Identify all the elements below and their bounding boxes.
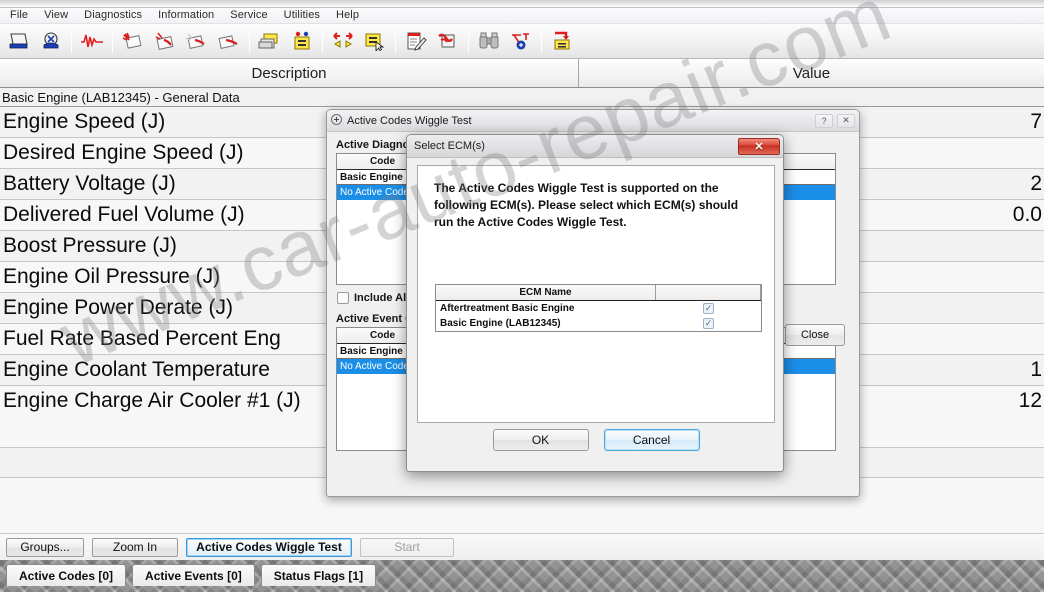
events-icon[interactable] [181, 26, 213, 56]
flash-icon[interactable] [546, 26, 578, 56]
menu-item-service[interactable]: Service [222, 8, 275, 23]
select-ecm-message: The Active Codes Wiggle Test is supporte… [434, 181, 739, 229]
configuration-icon[interactable] [254, 26, 286, 56]
waveform-icon[interactable] [76, 26, 108, 56]
close-icon[interactable]: ✕ [837, 113, 855, 128]
help-icon[interactable]: ? [815, 113, 833, 128]
toolbar-separator [71, 29, 72, 53]
cancel-button[interactable]: Cancel [603, 429, 700, 451]
menu-item-diagnostics[interactable]: Diagnostics [76, 8, 150, 23]
wiggle-dialog-titlebar-buttons: ? ✕ [815, 113, 855, 128]
select-ecm-dialog: Select ECM(s) ✕ The Active Codes Wiggle … [406, 134, 784, 472]
toolbar-separator [112, 29, 113, 53]
ecm-summary-icon[interactable] [286, 26, 318, 56]
ecm-select-icon[interactable] [359, 26, 391, 56]
zoom-in-button[interactable]: Zoom In [92, 537, 178, 557]
wiggle-dialog-titlebar[interactable]: Active Codes Wiggle Test ? ✕ [327, 110, 859, 132]
column-header-ecm-name[interactable]: ECM Name [436, 285, 656, 300]
wiggle-dialog-app-icon [331, 112, 342, 130]
ecm-table-header: ECM Name [436, 285, 761, 301]
ok-button[interactable]: OK [492, 429, 589, 451]
ecm-name: Basic Engine (LAB12345) [440, 318, 561, 329]
toolbar-separator [395, 29, 396, 53]
select-ecm-titlebar[interactable]: Select ECM(s) ✕ [407, 135, 783, 158]
include-all-codes-checkbox[interactable] [337, 292, 349, 304]
menu-item-information[interactable]: Information [150, 8, 222, 23]
bottom-button-bar: Groups... Zoom In Active Codes Wiggle Te… [0, 533, 1044, 560]
menu-item-file[interactable]: File [2, 8, 36, 23]
column-header-ecm-select[interactable] [656, 285, 761, 300]
menu-item-help[interactable]: Help [328, 8, 367, 23]
close-button[interactable]: Close [785, 324, 845, 346]
ecm-checkbox-cell[interactable] [656, 318, 761, 329]
binoculars-icon[interactable] [473, 26, 505, 56]
window-title-strip [0, 0, 1044, 8]
open-file-icon[interactable] [3, 26, 35, 56]
start-button[interactable]: Start [360, 537, 454, 557]
logged-codes-icon[interactable] [149, 26, 181, 56]
toolbar-separator [541, 29, 542, 53]
logged-events-icon[interactable] [213, 26, 245, 56]
table-row[interactable]: Aftertreatment Basic Engine [436, 301, 761, 316]
groups-button[interactable]: Groups... [6, 537, 84, 557]
ecm-checkbox-cell[interactable] [656, 303, 761, 314]
diagnostic-codes-icon[interactable] [117, 26, 149, 56]
column-header-value[interactable]: Value [579, 59, 1044, 87]
select-ecm-button-row: OK Cancel [407, 429, 785, 451]
compare-icon[interactable] [327, 26, 359, 56]
grid-group-row: Basic Engine (LAB12345) - General Data [0, 88, 1044, 107]
connect-ecm-icon[interactable] [35, 26, 67, 56]
table-row[interactable]: Basic Engine (LAB12345) [436, 316, 761, 331]
toolbar-separator [322, 29, 323, 53]
wiring-icon[interactable] [432, 26, 464, 56]
toolbar-separator [468, 29, 469, 53]
column-header-description[interactable]: Description [0, 59, 579, 87]
application-window: File View Diagnostics Information Servic… [0, 0, 1044, 592]
select-ecm-title: Select ECM(s) [414, 140, 485, 152]
notes-icon[interactable] [400, 26, 432, 56]
bottom-tab-bar: Active Codes [0] Active Events [0] Statu… [0, 560, 1044, 592]
select-ecm-content-panel: The Active Codes Wiggle Test is supporte… [417, 165, 775, 423]
ecm-select-checkbox[interactable] [703, 303, 714, 314]
ecm-name: Aftertreatment Basic Engine [440, 303, 575, 314]
tab-status-flags[interactable]: Status Flags [1] [260, 564, 377, 586]
active-codes-wiggle-test-button[interactable]: Active Codes Wiggle Test [186, 537, 352, 557]
toolbar-separator [249, 29, 250, 53]
menu-item-view[interactable]: View [36, 8, 76, 23]
ecm-select-checkbox[interactable] [703, 318, 714, 329]
main-toolbar [0, 24, 1044, 59]
close-icon[interactable]: ✕ [738, 137, 780, 155]
tab-active-events[interactable]: Active Events [0] [132, 564, 255, 586]
tab-active-codes[interactable]: Active Codes [0] [6, 564, 127, 586]
row-description: Engine Charge Air Cooler #1 (J) [3, 389, 301, 412]
ecm-table[interactable]: ECM Name Aftertreatment Basic Engine Bas… [435, 284, 762, 332]
menu-item-utilities[interactable]: Utilities [276, 8, 328, 23]
test-icon[interactable] [505, 26, 537, 56]
grid-column-headers: Description Value [0, 59, 1044, 88]
menu-bar: File View Diagnostics Information Servic… [0, 8, 1044, 24]
wiggle-dialog-title: Active Codes Wiggle Test [347, 114, 472, 127]
